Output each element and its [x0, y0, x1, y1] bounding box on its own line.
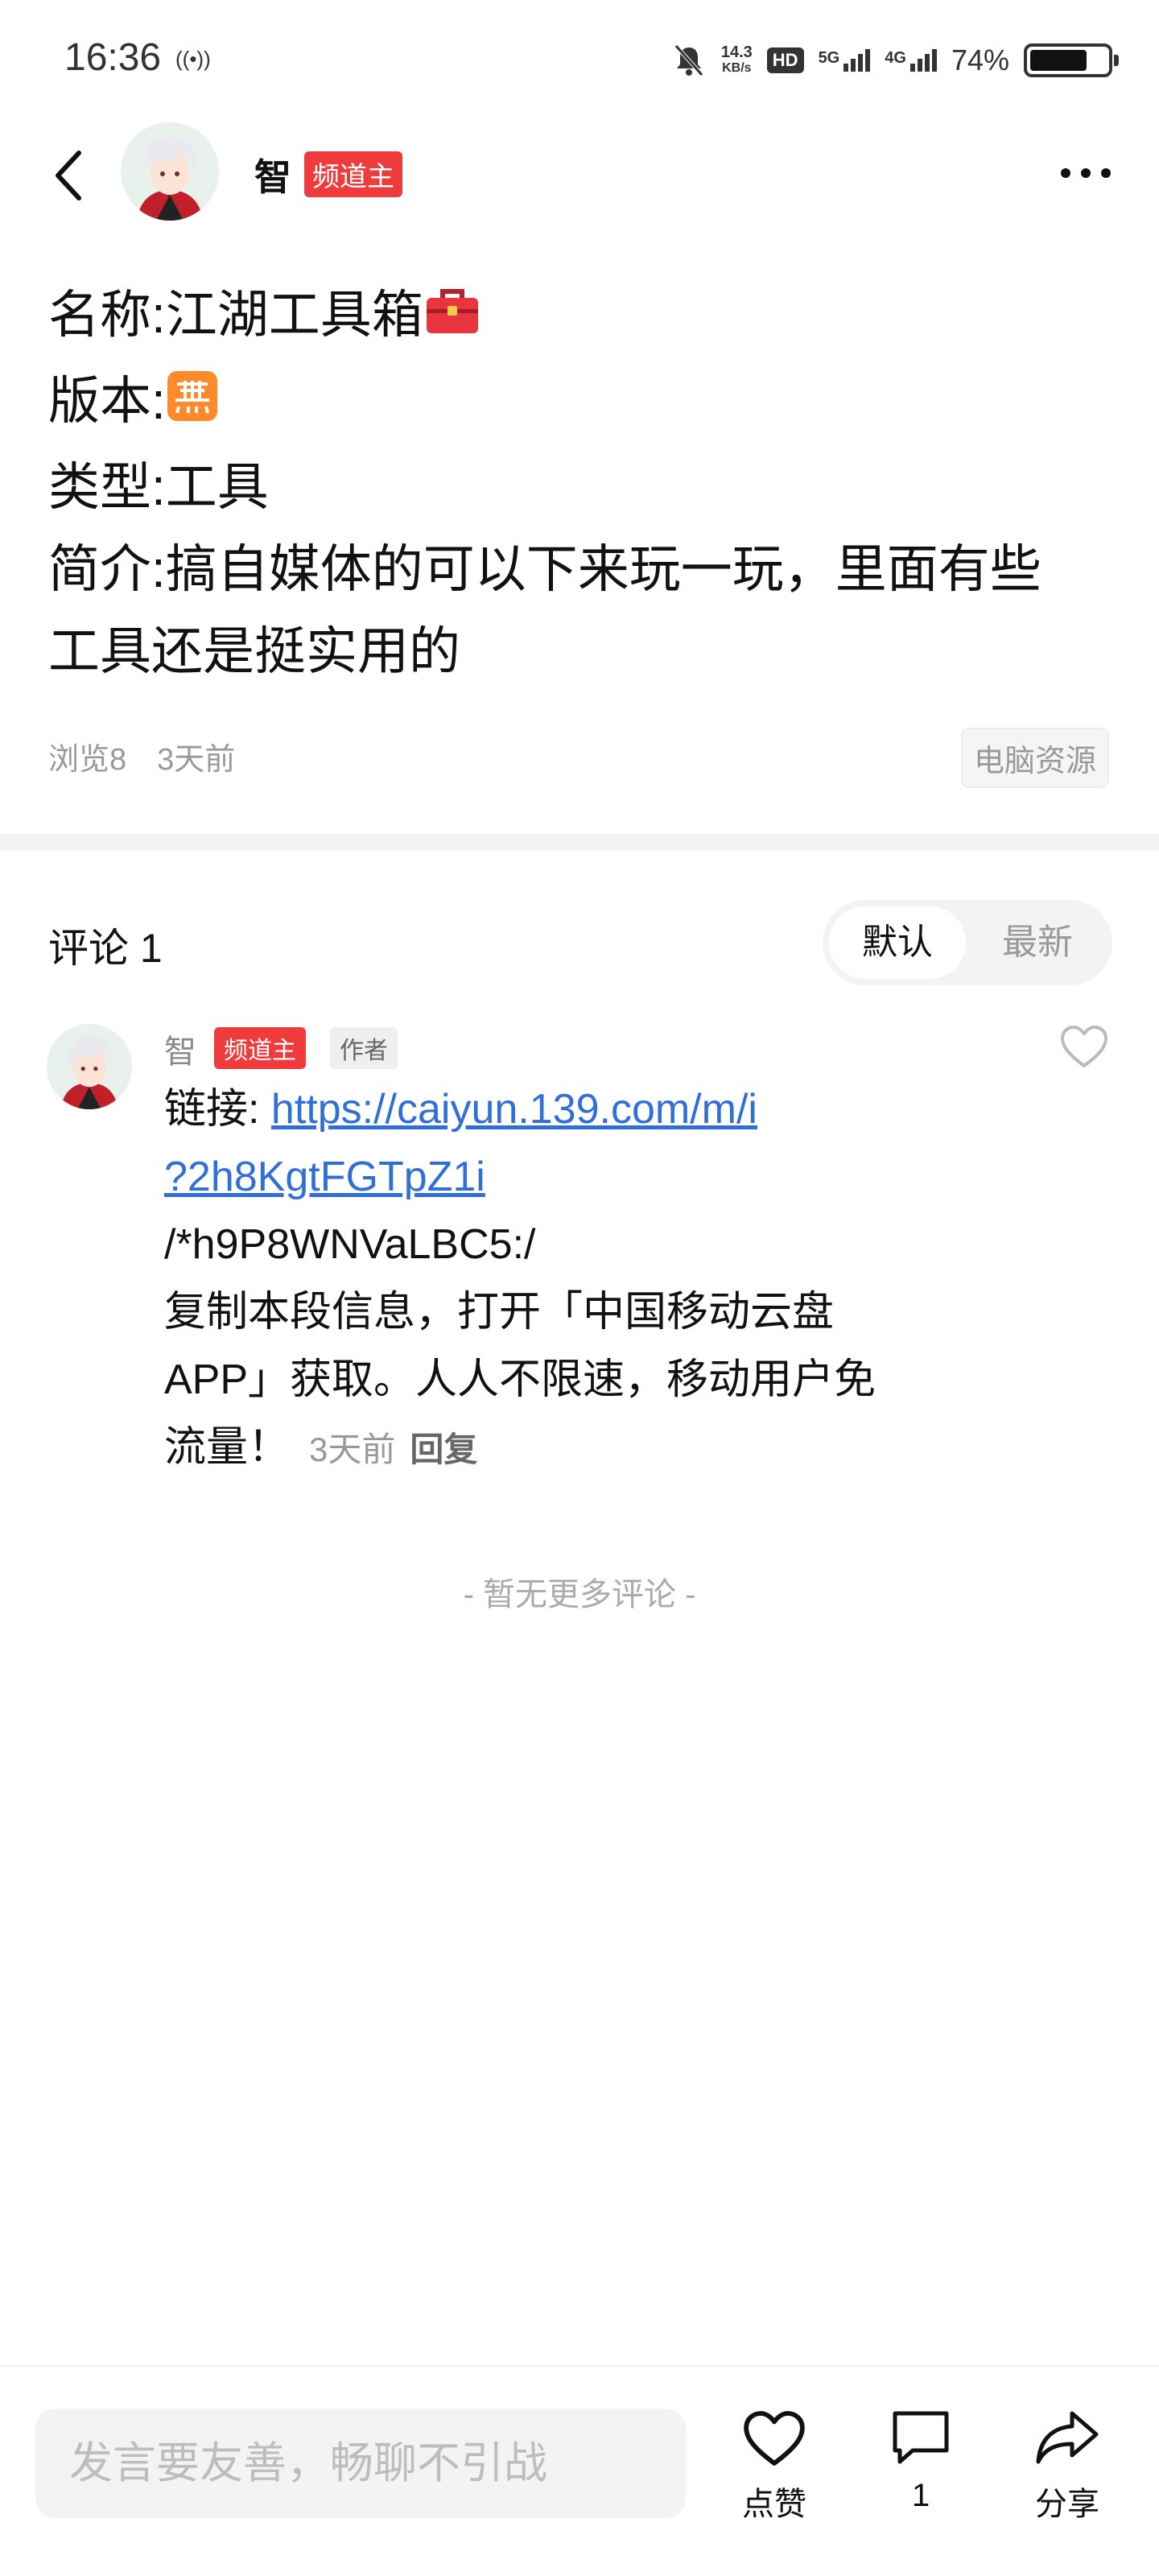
mute-bell-icon — [674, 44, 703, 76]
comment-body: 链接: https://caiyun.139.com/m/i ?2h8KgtFG… — [164, 1075, 1001, 1484]
share-button[interactable]: 分享 — [1011, 2409, 1124, 2524]
comment-link-line-2: ?2h8KgtFGTpZ1i — [164, 1143, 1001, 1211]
toolbox-emoji-icon — [423, 278, 481, 360]
battery-icon — [1024, 43, 1119, 77]
unlimited-emoji-icon — [166, 364, 219, 446]
category-tag[interactable]: 电脑资源 — [960, 728, 1109, 788]
comment-link-cont[interactable]: ?2h8KgtFGTpZ1i — [164, 1154, 485, 1200]
post-meta: 浏览8 3天前 — [48, 734, 266, 778]
avatar-illustration — [121, 122, 219, 221]
reply-button[interactable]: 回复 — [410, 1430, 477, 1468]
comment-channel-owner-badge: 频道主 — [214, 1027, 306, 1069]
comment-author-name[interactable]: 智 — [164, 1026, 196, 1072]
net-speed: 14.3 KB/s — [721, 44, 753, 76]
net-speed-value: 14.3 — [720, 43, 753, 61]
post-line-name-text: 名称:江湖工具箱 — [48, 286, 423, 344]
comment-avatar[interactable] — [47, 1024, 132, 1109]
channel-owner-badge: 频道主 — [304, 151, 402, 197]
hotspot-icon: ((•)) — [175, 47, 211, 71]
signal-4g-icon: 4G — [885, 49, 937, 72]
comment-input[interactable] — [35, 2409, 686, 2518]
no-more-comments: - 暂无更多评论 - — [463, 1577, 696, 1612]
comment-link-line: 链接: https://caiyun.139.com/m/i — [164, 1075, 1001, 1143]
post-content: 名称:江湖工具箱 版本: 类型:工具 简介:搞自媒体的可以下来玩一玩，里面有些 … — [48, 274, 1119, 692]
comment-text-3-row: 流量！ 3天前 回复 — [164, 1414, 1001, 1484]
battery-percent: 74% — [951, 43, 1009, 76]
sim1-label: 5G — [818, 49, 840, 67]
status-time: 16:36 — [64, 36, 162, 79]
comment-text-2: APP」获取。人人不限速，移动用户免 — [164, 1356, 876, 1403]
view-count: 浏览8 — [48, 743, 127, 777]
battery-tip — [1114, 55, 1119, 66]
like-label: 点赞 — [742, 2487, 806, 2522]
comment-count: 1 — [911, 2478, 930, 2513]
signal-5g-icon: 5G — [819, 49, 871, 72]
comment-button[interactable]: 1 — [864, 2409, 977, 2514]
status-icons: 14.3 KB/s HD 5G 4G 74% — [671, 32, 1119, 89]
comment-author-tag: 作者 — [330, 1027, 398, 1069]
post-line-intro-1: 简介:搞自媒体的可以下来玩一玩，里面有些 — [48, 540, 1041, 599]
post-line-name: 名称:江湖工具箱 — [48, 274, 1119, 360]
comment-time: 3天前 — [309, 1430, 396, 1468]
comment-like-heart-icon[interactable] — [1059, 1024, 1109, 1069]
sim2-label: 4G — [885, 49, 906, 67]
back-arrow-icon[interactable] — [47, 143, 95, 208]
net-speed-unit: KB/s — [722, 61, 752, 75]
comment-link[interactable]: https://caiyun.139.com/m/i — [271, 1086, 757, 1133]
heart-icon — [744, 2411, 805, 2466]
bottom-bar-divider — [0, 2365, 1159, 2367]
battery-level — [1030, 50, 1087, 71]
share-label: 分享 — [1035, 2487, 1099, 2522]
post-line-intro-2: 工具还是挺实用的 — [48, 622, 460, 681]
sort-default-button[interactable]: 默认 — [829, 906, 966, 979]
like-button[interactable]: 点赞 — [718, 2409, 831, 2524]
author-avatar[interactable] — [121, 122, 219, 221]
comment-sort-toggle: 默认 最新 — [823, 900, 1112, 985]
post-line-version-text: 版本: — [48, 372, 166, 431]
author-name[interactable]: 智 — [254, 148, 291, 201]
hd-voice-icon: HD — [766, 47, 804, 73]
post-line-type: 类型:工具 — [48, 458, 269, 517]
comments-title: 评论 1 — [48, 926, 163, 971]
section-divider — [0, 834, 1159, 850]
comment-text-3: 流量！ — [164, 1424, 291, 1471]
comment-bubble-icon — [893, 2411, 949, 2464]
sort-newest-button[interactable]: 最新 — [969, 906, 1106, 979]
comment-avatar-illustration — [47, 1024, 132, 1109]
comment-text-1: 复制本段信息，打开「中国移动云盘 — [164, 1289, 835, 1335]
post-line-version: 版本: — [48, 360, 1119, 446]
comment-code: /*h9P8WNVaLBC5:/ — [164, 1221, 536, 1268]
more-options-icon[interactable] — [1058, 161, 1114, 185]
link-label: 链接: — [164, 1086, 271, 1133]
share-arrow-icon — [1036, 2411, 1099, 2464]
post-time: 3天前 — [157, 743, 236, 777]
